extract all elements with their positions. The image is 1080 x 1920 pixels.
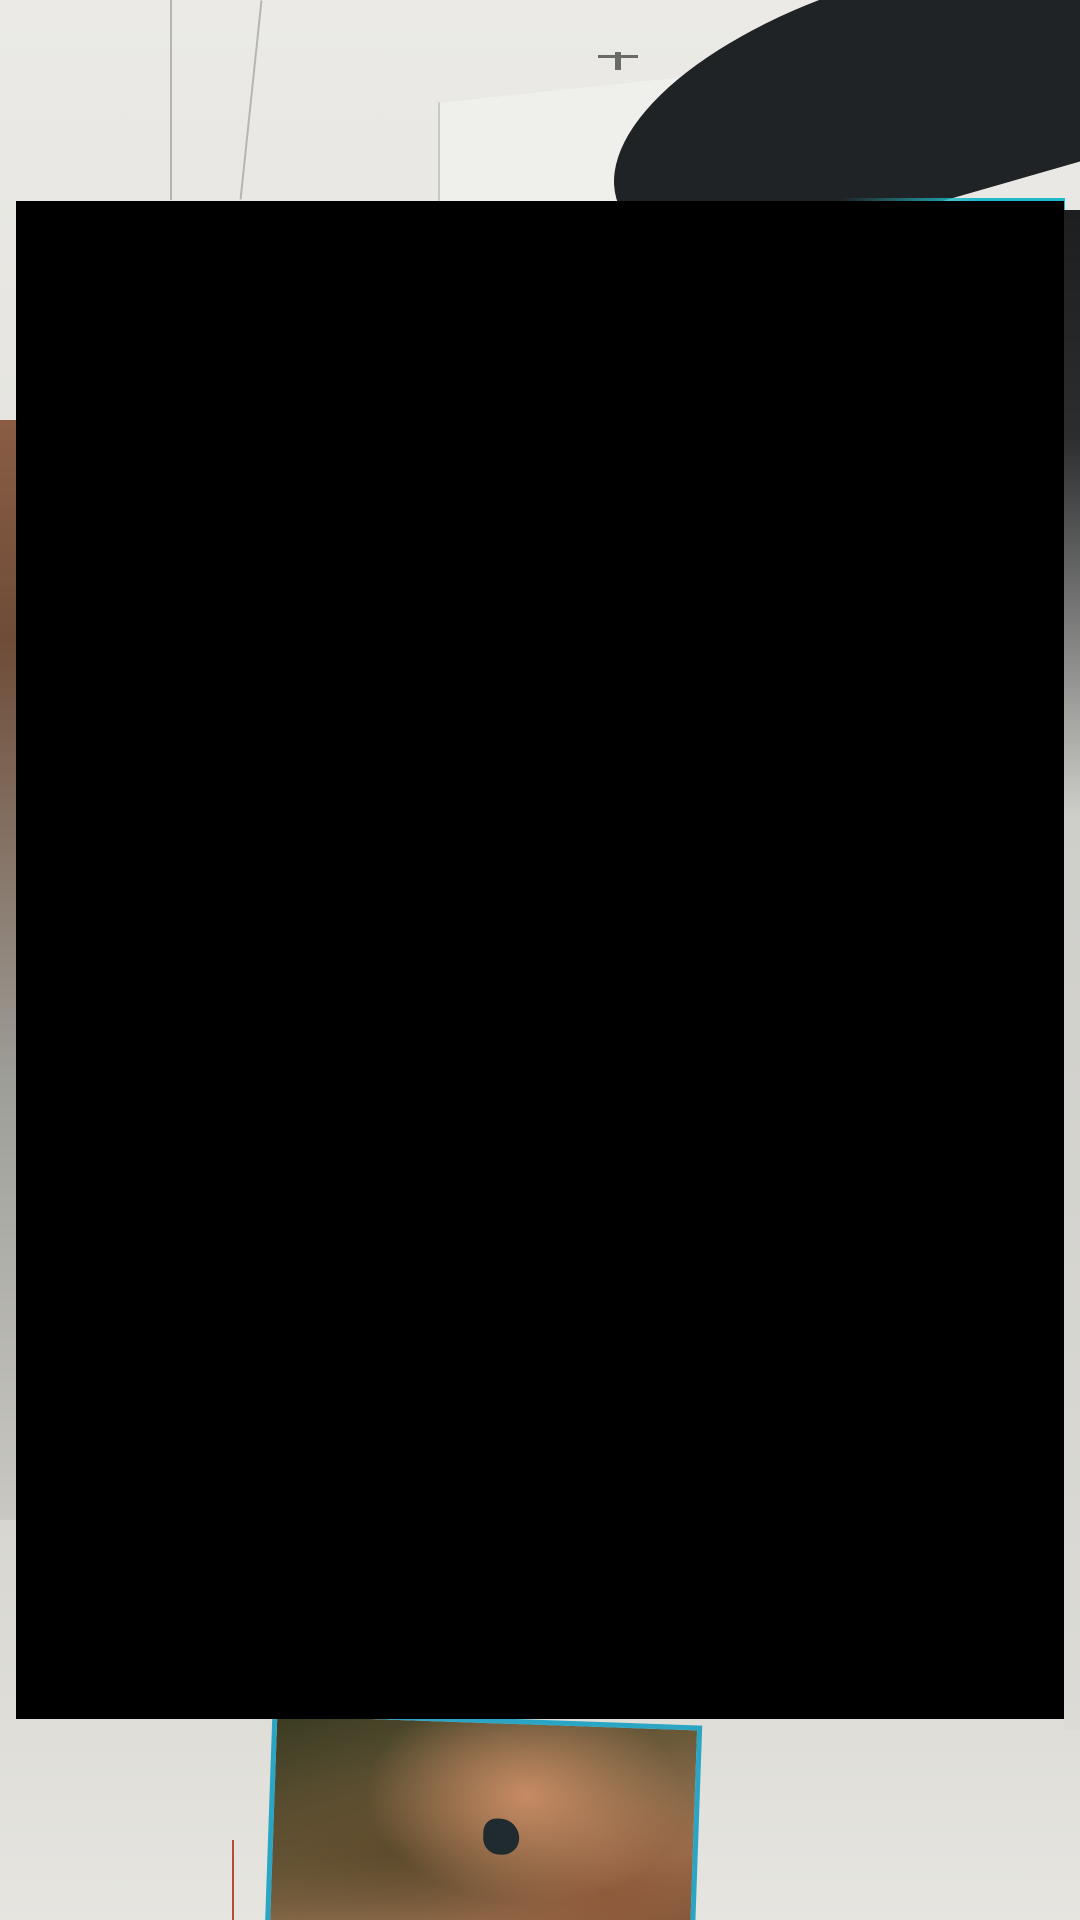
wall-painting: [263, 1710, 703, 1920]
screen: [0, 0, 1080, 1920]
black-content-overlay[interactable]: [16, 201, 1064, 1719]
right-edge-strip: [1064, 210, 1080, 1730]
hanging-wire: [232, 1840, 234, 1920]
ceiling-hook: [598, 52, 638, 80]
wall-crack: [170, 0, 172, 200]
painting-figure: [482, 1818, 520, 1856]
left-edge-strip: [0, 420, 16, 1520]
wall-crack: [239, 0, 263, 200]
